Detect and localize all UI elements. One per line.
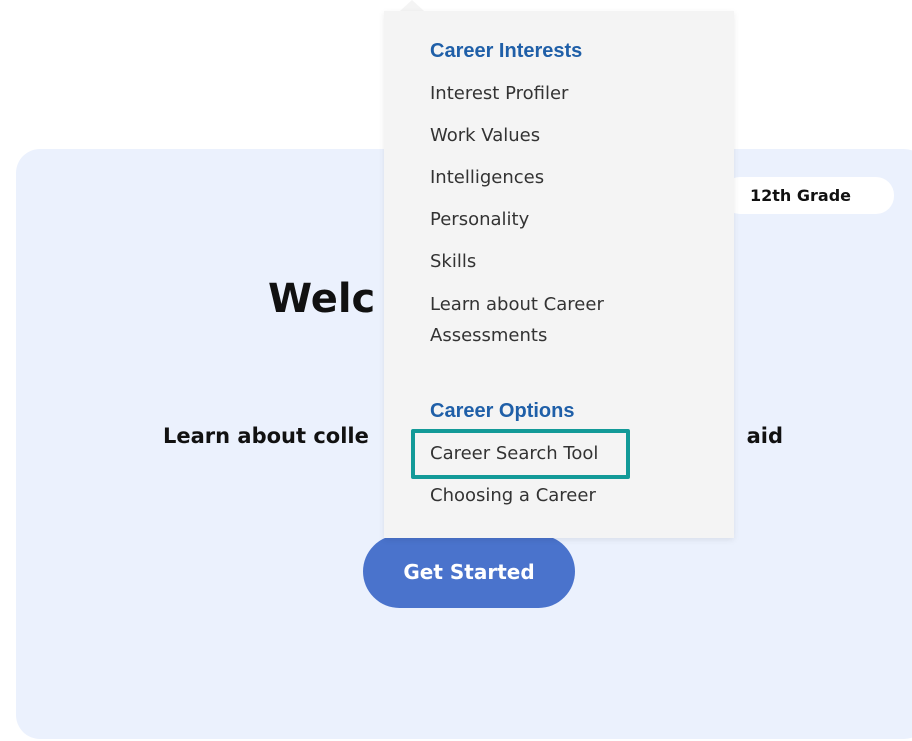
menu-heading-career-interests: Career Interests	[430, 40, 583, 62]
menu-item-learn-about-career-assessments[interactable]: Learn about Career Assessments	[430, 289, 650, 351]
menu-item-intelligences[interactable]: Intelligences	[430, 163, 544, 193]
menu-item-interest-profiler[interactable]: Interest Profiler	[430, 79, 568, 109]
hero-subtitle-right: aid	[746, 424, 783, 448]
menu-item-personality[interactable]: Personality	[430, 205, 529, 235]
grade-selector[interactable]: 12th Grade	[722, 177, 894, 214]
get-started-button[interactable]: Get Started	[363, 535, 575, 608]
welcome-heading: Welc	[268, 276, 376, 322]
menu-item-work-values[interactable]: Work Values	[430, 121, 540, 151]
page: 12th Grade Welc Learn about colle aid Ge…	[0, 0, 912, 741]
menu-item-choosing-a-career[interactable]: Choosing a Career	[430, 481, 596, 511]
hero-subtitle-left: Learn about colle	[163, 424, 369, 448]
highlight-box	[411, 429, 630, 479]
menu-heading-career-options: Career Options	[430, 400, 575, 422]
dropdown-caret	[400, 0, 424, 11]
menu-item-skills[interactable]: Skills	[430, 247, 476, 277]
